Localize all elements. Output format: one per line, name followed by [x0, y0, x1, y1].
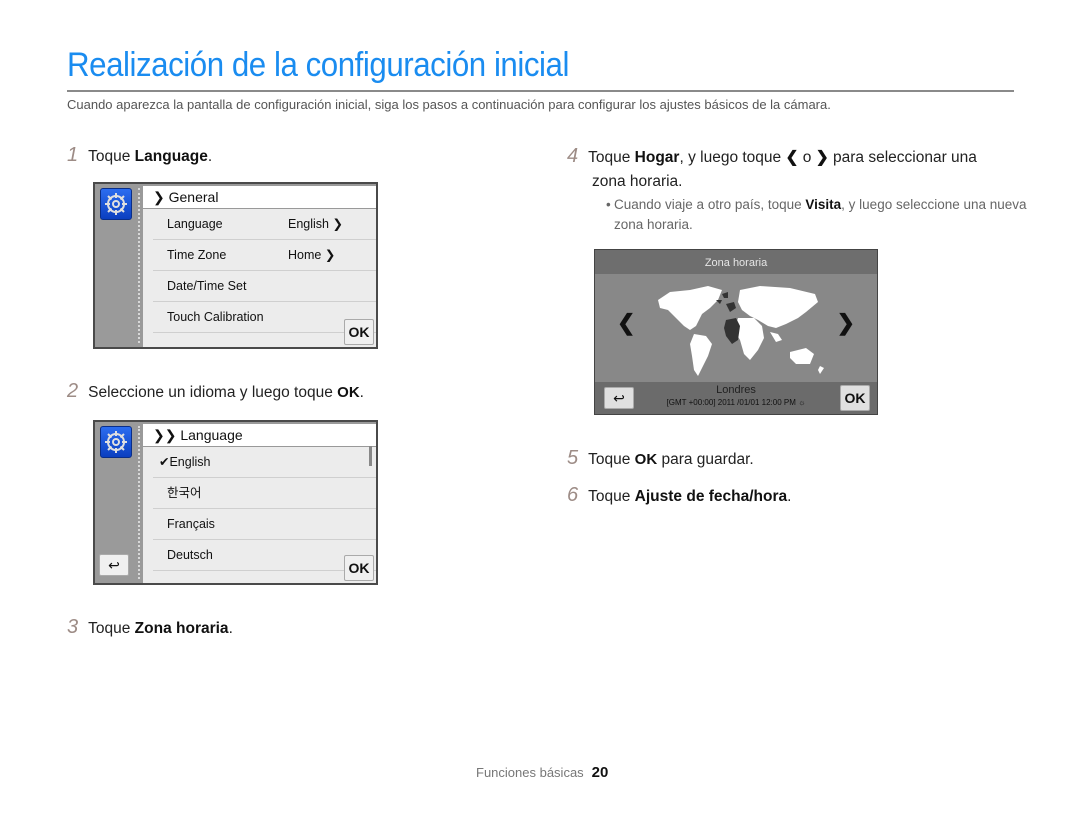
screen-header: Zona horaria: [595, 250, 877, 274]
ok-button[interactable]: OK: [840, 385, 870, 411]
sidebar-divider: [138, 188, 142, 343]
step-keyword: Language: [134, 148, 208, 165]
screen-sidebar: [95, 184, 135, 347]
menu-header: ❯❯ Language: [143, 424, 376, 447]
step-5: 5 Toque OK para guardar.: [567, 447, 754, 470]
step-2: 2 Seleccione un idioma y luego toque OK.: [67, 380, 364, 403]
step-3: 3 Toque Zona horaria.: [67, 616, 233, 639]
step-number: 3: [67, 616, 79, 638]
language-option-korean[interactable]: 한국어: [153, 478, 376, 509]
screen-sidebar: ↩: [95, 422, 135, 583]
menu-item-date-time-set[interactable]: Date/Time Set: [153, 271, 376, 302]
gear-icon[interactable]: [100, 188, 132, 220]
step-keyword: OK: [337, 384, 360, 401]
step-1: 1 Toque Language.: [67, 144, 212, 167]
bullet: •: [606, 197, 611, 212]
option-label: Deutsch: [167, 548, 213, 562]
page-footer: Funciones básicas 20: [476, 764, 608, 781]
chevron-left-icon: ❮: [785, 149, 799, 166]
step-text: para seleccionar una: [828, 149, 977, 166]
step-4: 4 Toque Hogar, y luego toque ❮ o ❯ para s…: [567, 144, 977, 194]
language-option-french[interactable]: Français: [153, 509, 376, 540]
title-divider: [67, 90, 1014, 92]
step-text: Seleccione un idioma y luego toque: [88, 384, 338, 401]
screen-footer: ↩ Londres [GMT +00:00] 2011 /01/01 12:00…: [595, 382, 877, 414]
step-number: 2: [67, 380, 79, 402]
step-number: 1: [67, 144, 79, 166]
ok-button[interactable]: OK: [344, 319, 374, 345]
gear-icon[interactable]: [100, 426, 132, 458]
step-text: o: [798, 149, 816, 166]
menu-item-label: Time Zone: [167, 248, 227, 262]
menu-header: ❯ General: [143, 186, 376, 209]
step-text: Toque: [588, 488, 635, 505]
step-text: Toque: [88, 620, 135, 637]
step-6: 6 Toque Ajuste de fecha/hora.: [567, 484, 791, 507]
language-option-english[interactable]: ✔English: [153, 447, 376, 478]
step-text: .: [787, 488, 792, 505]
note-text: Cuando viaje a otro país, toque: [614, 197, 806, 212]
selected-city: Londres: [716, 384, 756, 396]
chevron-right-icon[interactable]: ❯: [837, 310, 855, 336]
menu-item-language[interactable]: Language English ❯: [153, 209, 376, 240]
intro-text: Cuando aparezca la pantalla de configura…: [67, 97, 831, 112]
step-keyword: OK: [634, 451, 658, 468]
ok-button[interactable]: OK: [344, 555, 374, 581]
menu-item-touch-calibration[interactable]: Touch Calibration: [153, 302, 376, 333]
camera-screen-time-zone: Zona horaria ❮ ❯ ↩ Londres [GMT +00:00] …: [594, 249, 878, 415]
menu-item-value: English ❯: [288, 217, 343, 231]
menu-item-value: Home ❯: [288, 248, 336, 262]
step-text: Toque: [588, 149, 635, 166]
step-keyword: Zona horaria: [134, 620, 229, 637]
step-text: .: [207, 148, 213, 165]
world-map[interactable]: [650, 280, 830, 382]
camera-screen-general: ❯ General Language English ❯ Time Zone Hom…: [93, 182, 378, 349]
step-text: Toque: [88, 148, 135, 165]
step-text: .: [228, 620, 233, 637]
step-text: .: [359, 384, 364, 401]
note-keyword: Visita: [805, 197, 842, 212]
step-text: Toque: [588, 451, 635, 468]
menu-panel: ❯ General Language English ❯ Time Zone Hom…: [143, 186, 376, 347]
menu-item-label: Language: [167, 217, 223, 231]
step-text: zona horaria.: [592, 173, 683, 190]
page-title: Realización de la configuración inicial: [67, 46, 569, 84]
option-label: ✔English: [159, 455, 211, 469]
language-option-german[interactable]: Deutsch: [153, 540, 376, 571]
step-keyword: Hogar: [634, 149, 680, 166]
chevron-left-icon[interactable]: ❮: [617, 310, 635, 336]
menu-panel: ❯❯ Language ✔English 한국어 Français Deutsc…: [143, 424, 376, 583]
step-number: 4: [567, 145, 579, 167]
back-button[interactable]: ↩: [99, 554, 129, 576]
step-text: para guardar.: [657, 451, 754, 468]
step-4-note: • Cuando viaje a otro país, toque Visita,…: [606, 195, 1034, 235]
gmt-time-readout: [GMT +00:00] 2011 /01/01 12:00 PM ☼: [666, 398, 806, 407]
option-label: 한국어: [167, 486, 202, 500]
page-number: 20: [591, 764, 609, 781]
option-label: Français: [167, 517, 215, 531]
camera-screen-language: ↩ ❯❯ Language ✔English 한국어 Français Deut…: [93, 420, 378, 585]
step-number: 5: [567, 447, 579, 469]
step-number: 6: [567, 484, 579, 506]
menu-item-time-zone[interactable]: Time Zone Home ❯: [153, 240, 376, 271]
sidebar-divider: [138, 426, 142, 579]
section-name: Funciones básicas: [476, 765, 584, 780]
step-text: , y luego toque: [679, 149, 786, 166]
menu-item-label: Date/Time Set: [167, 279, 247, 293]
menu-item-label: Touch Calibration: [167, 310, 264, 324]
chevron-right-icon: ❯: [815, 149, 829, 166]
step-keyword: Ajuste de fecha/hora: [634, 488, 788, 505]
